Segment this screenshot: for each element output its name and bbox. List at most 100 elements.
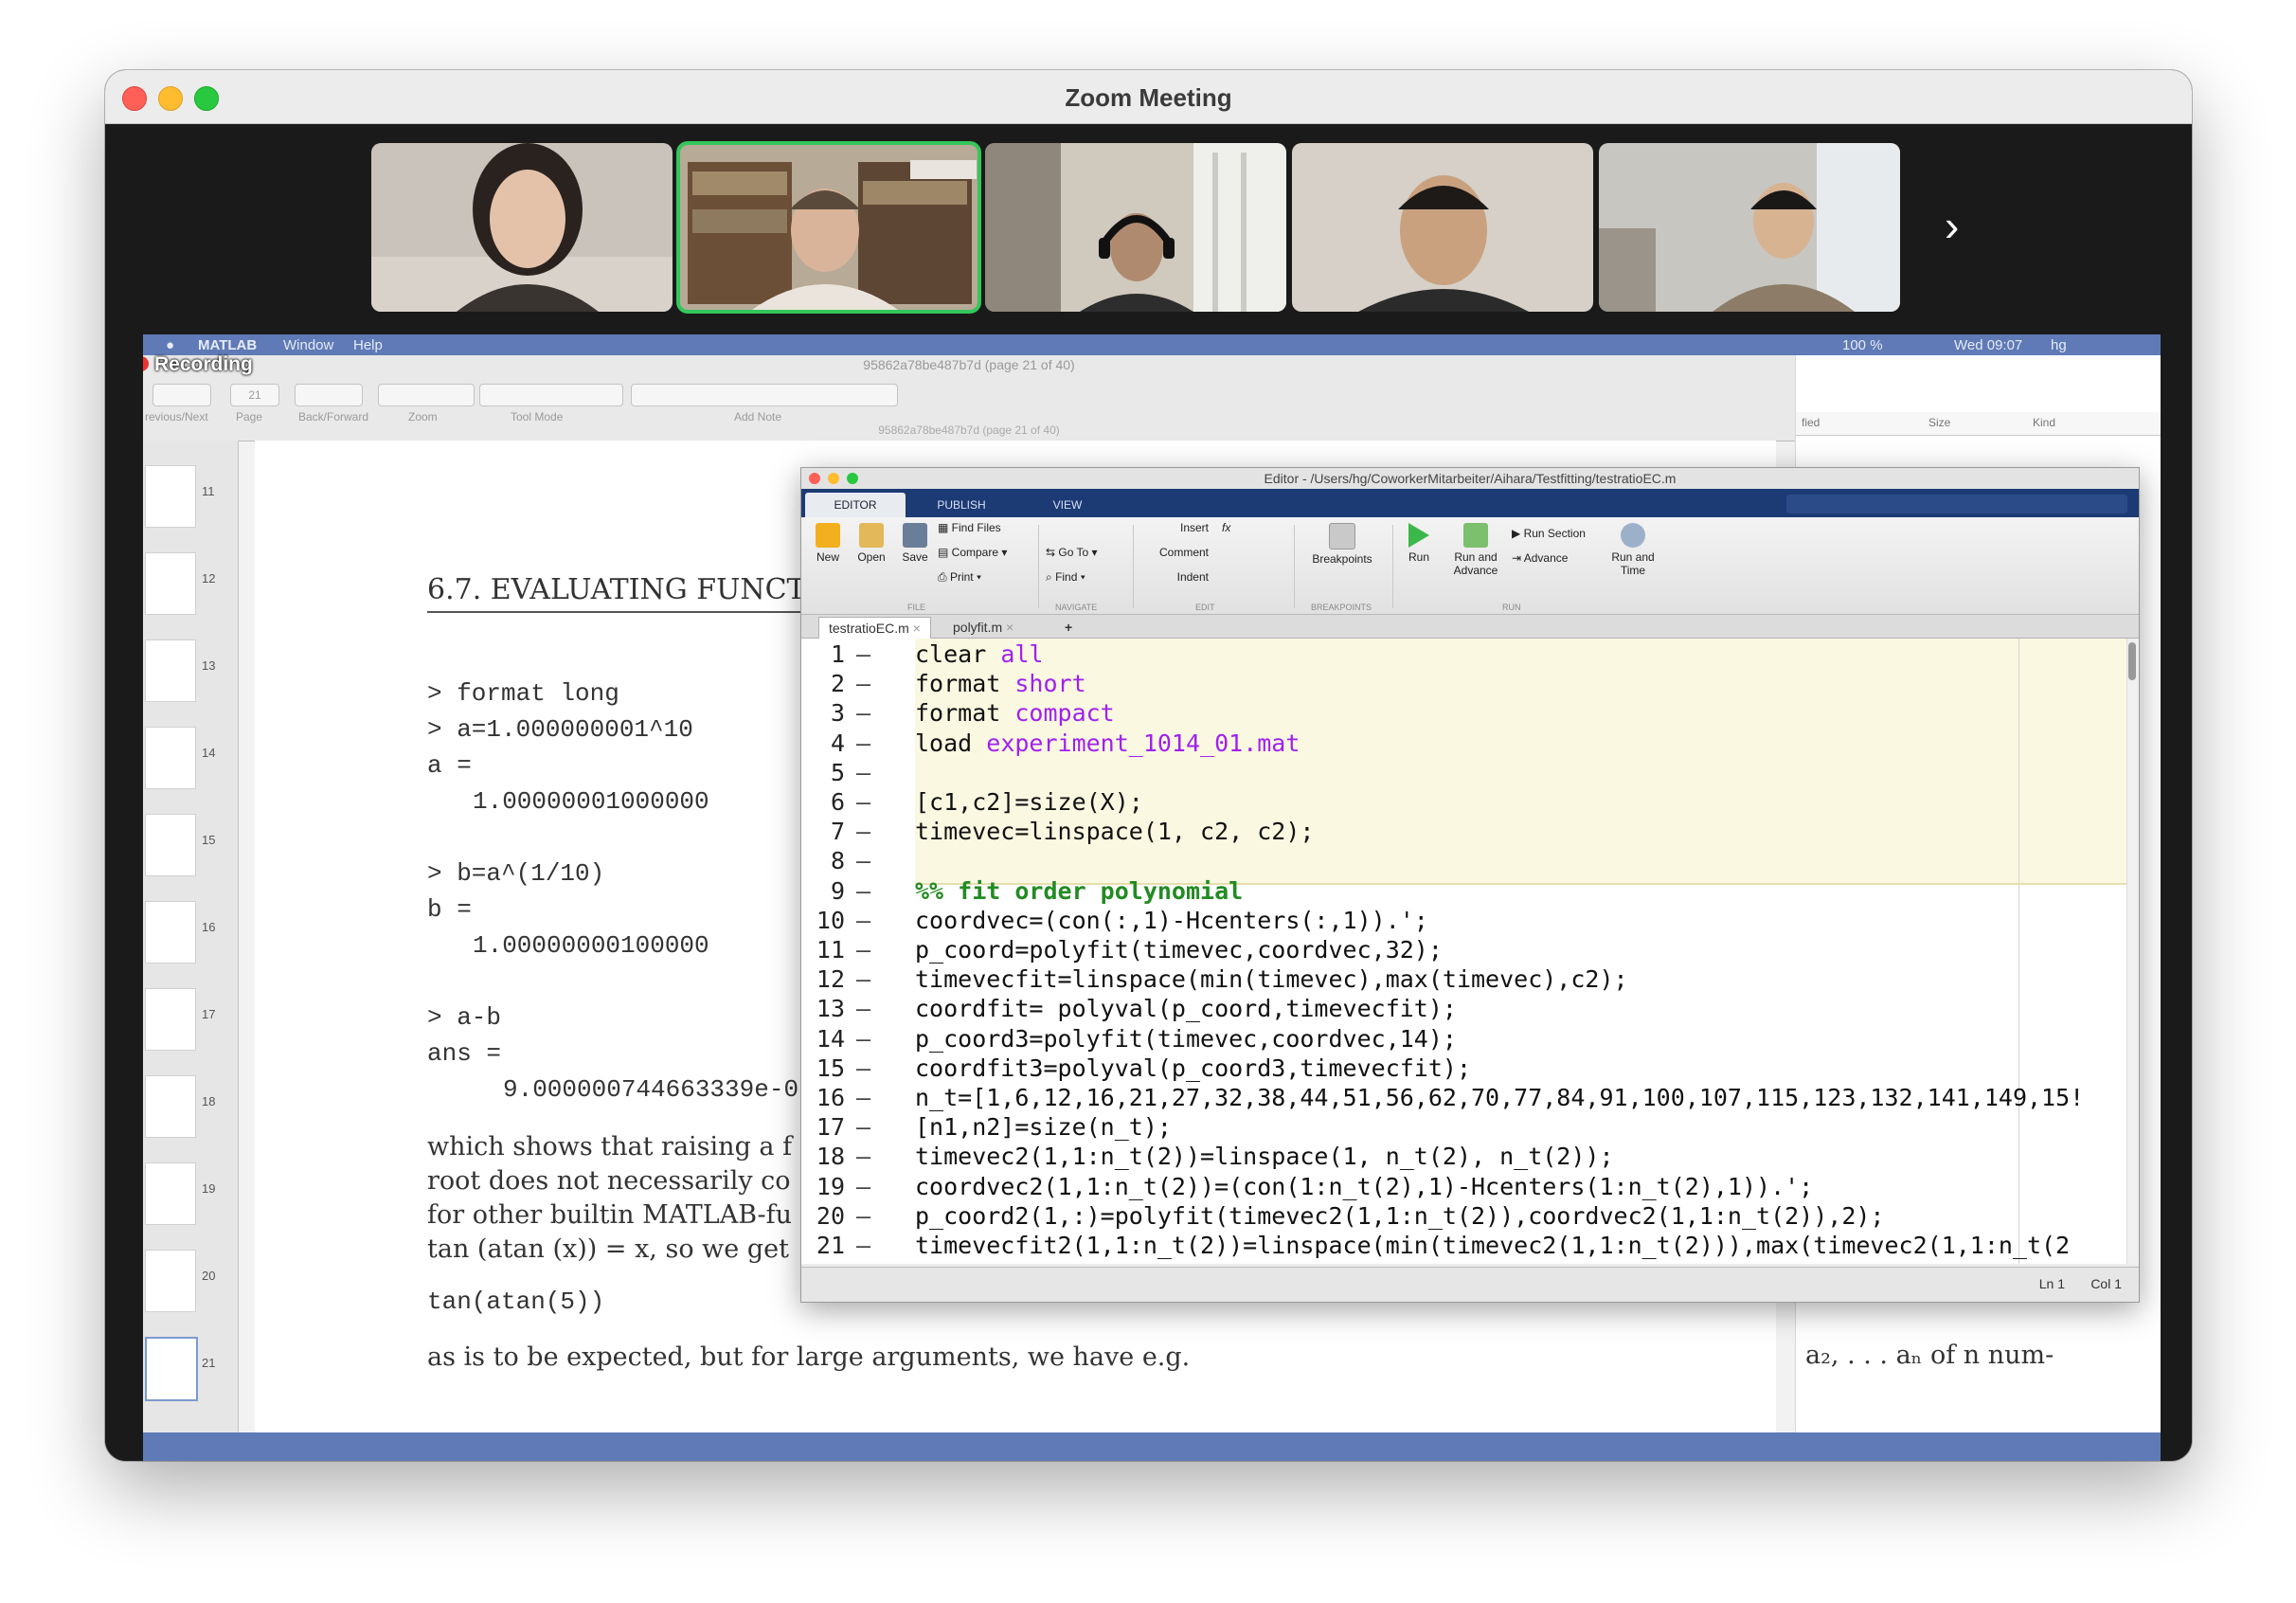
code-line[interactable]: timevecfit=linspace(min(timevec),max(tim… <box>915 965 1628 993</box>
go-to-button[interactable]: ⇆ Go To ▾ <box>1046 546 1098 559</box>
participant-video-4[interactable] <box>1292 143 1593 312</box>
code-line[interactable]: coordfit= polyval(p_coord,timevecfit); <box>915 995 1457 1022</box>
tab-view[interactable]: VIEW <box>1017 493 1118 517</box>
code-line[interactable]: n_t=[1,6,12,16,21,27,32,38,44,51,56,62,7… <box>915 1084 2084 1111</box>
breakpoint-marker[interactable]: – <box>856 965 870 993</box>
print-button[interactable]: ⎙ Print ▾ <box>938 570 981 585</box>
code-line[interactable]: format short <box>915 670 1086 697</box>
breakpoint-marker[interactable]: – <box>856 936 870 964</box>
save-button[interactable]: Save <box>894 523 936 564</box>
open-button[interactable]: Open <box>851 523 892 564</box>
zoom-buttons[interactable] <box>378 384 475 406</box>
participant-video-3[interactable] <box>985 143 1286 312</box>
menu-matlab[interactable]: MATLAB <box>198 337 257 353</box>
participant-video-1[interactable] <box>371 143 673 312</box>
prev-next-buttons[interactable] <box>152 384 211 406</box>
breakpoint-marker[interactable]: – <box>856 788 870 816</box>
breakpoint-marker[interactable]: – <box>856 640 870 668</box>
new-button[interactable]: New <box>807 523 849 564</box>
tool-mode-buttons[interactable] <box>479 384 623 406</box>
code-line[interactable]: coordvec=(con(:,1)-Hcenters(:,1)).'; <box>915 907 1428 934</box>
file-tab-testratioEC[interactable]: testratioEC.m × <box>818 617 931 639</box>
page-thumbnail[interactable] <box>145 639 196 702</box>
compare-button[interactable]: ▤ Compare ▾ <box>938 546 1007 559</box>
apple-icon[interactable]: ● <box>166 337 174 353</box>
insert-button[interactable]: Insert <box>1142 521 1209 534</box>
breakpoints-button[interactable]: Breakpoints <box>1300 523 1385 566</box>
breakpoint-marker[interactable]: – <box>856 1202 870 1230</box>
breakpoint-marker[interactable]: – <box>856 907 870 934</box>
run-and-time-button[interactable]: Run and Time <box>1603 523 1663 577</box>
code-line[interactable]: clear all <box>915 640 1043 668</box>
quick-access-toolbar[interactable] <box>1786 495 2127 513</box>
code-line[interactable]: load experiment_1014_01.mat <box>915 729 1300 757</box>
add-note-buttons[interactable] <box>631 384 898 406</box>
participant-video-5[interactable] <box>1599 143 1900 312</box>
comment-button[interactable]: Comment <box>1142 546 1209 559</box>
code-line[interactable]: timevecfit2(1,1:n_t(2))=linspace(min(tim… <box>915 1232 2070 1259</box>
code-line[interactable]: coordfit3=polyval(p_coord3,timevecfit); <box>915 1054 1471 1082</box>
code-editor[interactable]: 1– clear all 2– format short 3– format compac… <box>801 639 2127 1264</box>
editor-zoom-button[interactable] <box>847 473 858 484</box>
finder-col-size[interactable]: Size <box>1928 416 1950 429</box>
new-tab-button[interactable]: + <box>1055 617 1082 638</box>
page-thumbnail[interactable] <box>145 465 196 528</box>
code-line[interactable]: %% fit order polynomial <box>915 877 1243 905</box>
breakpoint-marker[interactable]: – <box>856 670 870 697</box>
vertical-scrollbar[interactable] <box>2126 639 2139 1264</box>
run-and-advance-button[interactable]: Run and Advance <box>1445 523 1506 577</box>
breakpoint-marker[interactable]: – <box>856 995 870 1022</box>
page-thumbnail[interactable] <box>145 1250 196 1312</box>
breakpoint-marker[interactable]: – <box>856 818 870 845</box>
breakpoint-marker[interactable]: – <box>856 759 870 786</box>
tab-publish[interactable]: PUBLISH <box>911 493 1012 517</box>
breakpoint-marker[interactable]: – <box>856 1054 870 1082</box>
breakpoint-marker[interactable]: – <box>856 1084 870 1111</box>
run-button[interactable]: Run <box>1398 523 1440 564</box>
page-thumbnail[interactable] <box>145 814 196 876</box>
page-thumbnail[interactable] <box>145 988 196 1051</box>
breakpoint-marker[interactable]: – <box>856 1025 870 1053</box>
page-field[interactable]: 21 <box>230 384 279 406</box>
breakpoint-marker[interactable]: – <box>856 1232 870 1259</box>
page-thumbnail[interactable] <box>145 901 196 964</box>
scroll-thumb[interactable] <box>2128 642 2136 680</box>
fx-button[interactable]: fx <box>1222 521 1230 534</box>
page-thumbnail-current[interactable] <box>145 1337 198 1401</box>
tab-editor[interactable]: EDITOR <box>805 493 906 517</box>
breakpoint-marker[interactable]: – <box>856 699 870 727</box>
page-thumbnail[interactable] <box>145 1075 196 1138</box>
run-section-button[interactable]: ▶ Run Section <box>1512 527 1586 540</box>
code-line[interactable]: p_coord=polyfit(timevec,coordvec,32); <box>915 936 1443 964</box>
find-files-button[interactable]: ▦ Find Files <box>938 521 1001 534</box>
menu-window[interactable]: Window <box>283 337 333 353</box>
close-tab-icon[interactable]: × <box>913 621 921 636</box>
advance-button[interactable]: ⇥ Advance <box>1512 551 1568 565</box>
finder-col-modified[interactable]: fied <box>1802 416 1820 429</box>
breakpoint-marker[interactable]: – <box>856 877 870 905</box>
back-forward-buttons[interactable] <box>295 384 363 406</box>
code-line[interactable]: p_coord2(1,:)=polyfit(timevec2(1,1:n_t(2… <box>915 1202 1885 1230</box>
code-line[interactable]: timevec=linspace(1, c2, c2); <box>915 818 1314 845</box>
find-button[interactable]: ⌕ Find ▾ <box>1046 570 1085 585</box>
close-tab-icon[interactable]: × <box>1006 620 1013 635</box>
breakpoint-marker[interactable]: – <box>856 729 870 757</box>
finder-col-kind[interactable]: Kind <box>2033 416 2055 429</box>
file-tab-polyfit[interactable]: polyfit.m × <box>943 617 1023 638</box>
participant-video-2[interactable] <box>676 141 981 314</box>
breakpoint-marker[interactable]: – <box>856 847 870 874</box>
indent-button[interactable]: Indent <box>1142 570 1209 584</box>
code-line[interactable]: coordvec2(1,1:n_t(2))=(con(1:n_t(2),1)-H… <box>915 1173 1813 1200</box>
editor-minimize-button[interactable] <box>828 473 839 484</box>
editor-close-button[interactable] <box>809 473 820 484</box>
breakpoint-marker[interactable]: – <box>856 1113 870 1141</box>
code-line[interactable]: timevec2(1,1:n_t(2))=linspace(1, n_t(2),… <box>915 1143 1614 1170</box>
code-line[interactable]: p_coord3=polyfit(timevec,coordvec,14); <box>915 1025 1457 1053</box>
code-line[interactable]: [n1,n2]=size(n_t); <box>915 1113 1172 1141</box>
breakpoint-marker[interactable]: – <box>856 1143 870 1170</box>
breakpoint-marker[interactable]: – <box>856 1173 870 1200</box>
page-thumbnail[interactable] <box>145 727 196 789</box>
code-line[interactable]: [c1,c2]=size(X); <box>915 788 1143 816</box>
menu-help[interactable]: Help <box>353 337 383 353</box>
code-line[interactable]: format compact <box>915 699 1115 727</box>
